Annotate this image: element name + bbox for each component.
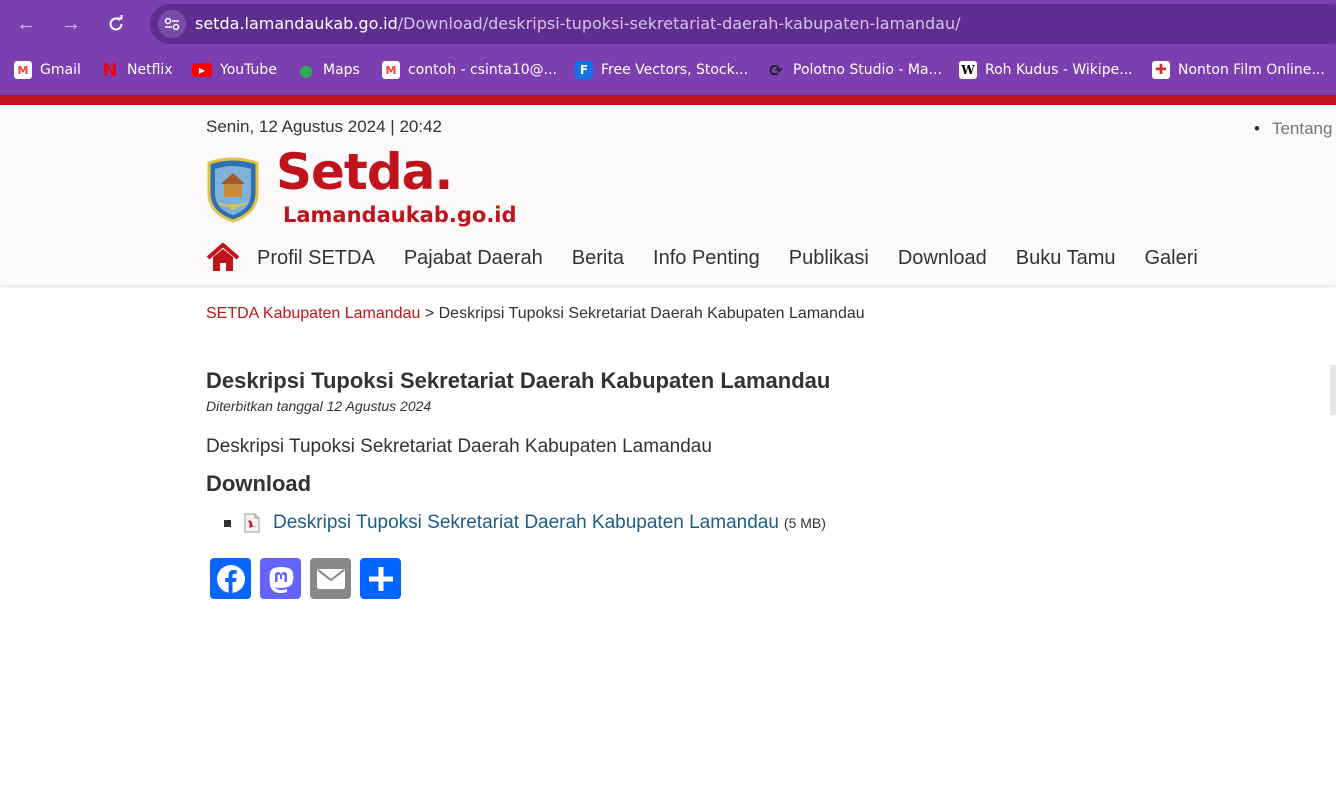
menu-item-publikasi[interactable]: Publikasi — [789, 247, 869, 270]
youtube-icon: ▶ — [192, 63, 212, 77]
download-list-item: Deskripsi Tupoksi Sekretariat Daerah Kab… — [224, 511, 826, 535]
article-description: Deskripsi Tupoksi Sekretariat Daerah Kab… — [206, 436, 712, 457]
netflix-icon: N — [102, 59, 118, 81]
mastodon-share-button[interactable] — [260, 558, 301, 599]
list-bullet — [224, 519, 231, 527]
bookmark-polotno[interactable]: ⟳ Polotno Studio - Ma... — [767, 57, 942, 83]
menu-item-pajabat-daerah[interactable]: Pajabat Daerah — [404, 247, 543, 270]
bookmark-maps[interactable]: ● Maps — [297, 57, 360, 83]
email-icon — [316, 568, 345, 589]
menu-item-download[interactable]: Download — [898, 247, 987, 270]
download-heading: Download — [206, 471, 312, 496]
freepik-icon: F — [575, 61, 593, 79]
brand-title[interactable]: Setda. — [276, 147, 453, 197]
share-button[interactable] — [360, 558, 401, 599]
home-icon[interactable] — [206, 243, 240, 273]
gmail-icon: M — [14, 61, 32, 79]
main-menu: Profil SETDA Pajabat Daerah Berita Info … — [206, 243, 1227, 273]
download-link[interactable]: Deskripsi Tupoksi Sekretariat Daerah Kab… — [273, 512, 779, 534]
plus-share-icon — [368, 566, 393, 591]
back-arrow-icon[interactable]: ← — [12, 10, 40, 38]
download-file-size: (5 MB) — [783, 515, 826, 531]
film-icon: ✚ — [1152, 61, 1170, 79]
publish-date: Diterbitkan tanggal 12 Agustus 2024 — [206, 398, 432, 414]
bookmark-gmail[interactable]: M Gmail — [14, 57, 81, 83]
breadcrumb-home-link[interactable]: SETDA Kabupaten Lamandau — [206, 305, 420, 322]
browser-chrome: ← → setda.lamandaukab.go.id/Download/des… — [0, 0, 1336, 95]
facebook-share-button[interactable] — [210, 558, 251, 599]
menu-item-info-penting[interactable]: Info Penting — [653, 247, 760, 270]
bookmark-netflix[interactable]: N Netflix — [101, 57, 172, 83]
top-link-tentang[interactable]: Tentang — [1254, 119, 1333, 139]
bookmark-wikipedia[interactable]: W Roh Kudus - Wikipe... — [959, 57, 1133, 83]
wikipedia-icon: W — [959, 61, 977, 79]
brand-subtitle[interactable]: Lamandaukab.go.id — [283, 203, 517, 227]
bookmark-freepik[interactable]: F Free Vectors, Stock... — [575, 57, 748, 83]
menu-item-galeri[interactable]: Galeri — [1144, 247, 1197, 270]
breadcrumb: SETDA Kabupaten Lamandau > Deskripsi Tup… — [206, 305, 865, 323]
page-title: Deskripsi Tupoksi Sekretariat Daerah Kab… — [206, 368, 831, 393]
bookmark-contoh[interactable]: Mcontoh - csinta10@... — [382, 57, 557, 83]
facebook-icon — [216, 564, 245, 593]
maps-icon: ● — [299, 60, 313, 80]
bookmark-nonton[interactable]: ✚ Nonton Film Online... — [1152, 57, 1325, 83]
polotno-icon: ⟳ — [769, 60, 783, 80]
breadcrumb-current: Deskripsi Tupoksi Sekretariat Daerah Kab… — [438, 305, 865, 322]
site-header: Senin, 12 Agustus 2024 | 20:42 Tentang S… — [0, 105, 1336, 285]
menu-item-buku-tamu[interactable]: Buku Tamu — [1016, 247, 1116, 270]
gmail-icon: M — [382, 61, 400, 79]
share-buttons — [210, 558, 401, 599]
page-scrollbar[interactable] — [1330, 365, 1336, 415]
lamandau-emblem-icon[interactable] — [206, 157, 260, 223]
address-bar[interactable]: setda.lamandaukab.go.id/Download/deskrip… — [150, 4, 1336, 44]
site-settings-icon[interactable] — [158, 10, 186, 38]
top-red-bar — [0, 95, 1336, 105]
url-text[interactable]: setda.lamandaukab.go.id/Download/deskrip… — [195, 14, 961, 33]
email-share-button[interactable] — [310, 558, 351, 599]
bookmarks-bar: M Gmail N Netflix ▶ YouTube ● Maps Mcontoh -… — [0, 57, 1336, 83]
pdf-file-icon — [244, 513, 260, 533]
url-path: /Download/deskripsi-tupoksi-sekretariat-… — [397, 14, 961, 33]
breadcrumb-separator: > — [420, 305, 439, 322]
mastodon-icon — [269, 566, 293, 593]
header-datetime: Senin, 12 Agustus 2024 | 20:42 — [206, 117, 442, 136]
url-domain: setda.lamandaukab.go.id — [195, 14, 398, 33]
menu-item-berita[interactable]: Berita — [572, 247, 624, 270]
reload-icon[interactable] — [102, 10, 130, 38]
menu-item-profil-setda[interactable]: Profil SETDA — [257, 247, 375, 270]
forward-arrow-icon[interactable]: → — [57, 10, 85, 38]
bookmark-youtube[interactable]: ▶ YouTube — [192, 57, 277, 83]
